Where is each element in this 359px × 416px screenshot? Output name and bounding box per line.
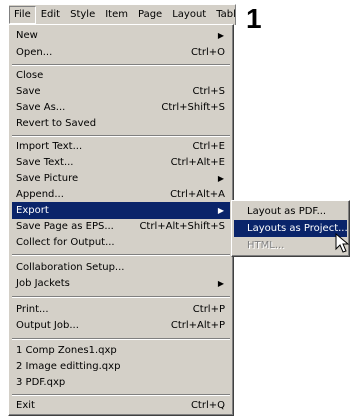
menu-item-label: Export — [16, 205, 49, 216]
shortcut-label: Ctrl+P — [192, 304, 225, 315]
menu-item-label: Collect for Output... — [16, 237, 115, 248]
menu-item-save[interactable]: Save Ctrl+S — [12, 83, 230, 100]
menu-item-label: Import Text... — [16, 141, 83, 152]
menu-item-label: Save — [16, 86, 41, 97]
menu-item-recent-file-2[interactable]: 2 Image editting.qxp — [12, 358, 230, 375]
shortcut-label: Ctrl+Shift+S — [161, 102, 225, 113]
menu-item-label: Exit — [16, 400, 35, 411]
export-submenu: Layout as PDF... Layouts as Project... H… — [231, 200, 350, 257]
shortcut-label: Ctrl+Q — [190, 400, 225, 411]
menu-item-save-as[interactable]: Save As... Ctrl+Shift+S — [12, 99, 230, 116]
menu-layout[interactable]: Layout — [167, 6, 211, 24]
menu-item-label: Job Jackets — [16, 278, 70, 289]
menu-item-collaboration-setup[interactable]: Collaboration Setup... — [12, 259, 230, 276]
menu-item-label: Append... — [16, 189, 64, 200]
menu-item-exit[interactable]: Exit Ctrl+Q — [12, 397, 230, 414]
menu-separator — [12, 254, 230, 256]
shortcut-label: Ctrl+Alt+A — [170, 189, 225, 200]
menu-item-new[interactable]: New ▶ — [12, 27, 230, 44]
menu-item-job-jackets[interactable]: Job Jackets ▶ — [12, 275, 230, 292]
menu-item-export[interactable]: Export ▶ — [12, 202, 230, 219]
shortcut-label: Ctrl+E — [192, 141, 226, 152]
menu-edit[interactable]: Edit — [36, 6, 65, 24]
menu-item-revert-to-saved[interactable]: Revert to Saved — [12, 115, 230, 132]
submenu-arrow-icon: ▶ — [217, 279, 224, 288]
shortcut-label: Ctrl+O — [190, 47, 225, 58]
menu-item-label: 2 Image editting.qxp — [16, 361, 121, 372]
menu-separator — [12, 135, 230, 137]
shortcut-label: Ctrl+S — [192, 86, 225, 97]
shortcut-label: Ctrl+Alt+Shift+S — [139, 221, 225, 232]
menu-item-collect-for-output[interactable]: Collect for Output... — [12, 234, 230, 251]
menu-item-save-text[interactable]: Save Text... Ctrl+Alt+E — [12, 154, 230, 171]
file-menu-dropdown: New ▶ Open... Ctrl+O Close Save Ctrl+S S… — [8, 24, 234, 416]
shortcut-label: Ctrl+Alt+P — [170, 320, 225, 331]
menu-item-open[interactable]: Open... Ctrl+O — [12, 44, 230, 61]
submenu-arrow-icon: ▶ — [217, 206, 224, 215]
menu-item-print[interactable]: Print... Ctrl+P — [12, 301, 230, 318]
menu-item-output-job[interactable]: Output Job... Ctrl+Alt+P — [12, 317, 230, 334]
menu-item-label: 3 PDF.qxp — [16, 377, 66, 388]
shortcut-label: Ctrl+Alt+E — [170, 157, 225, 168]
submenu-arrow-icon: ▶ — [217, 31, 224, 40]
menu-item-label: 1 Comp Zones1.qxp — [16, 345, 117, 356]
submenu-item-layout-as-pdf[interactable]: Layout as PDF... — [234, 203, 347, 220]
menu-item-label: Save As... — [16, 102, 66, 113]
menu-item-label: Collaboration Setup... — [16, 262, 125, 273]
submenu-arrow-icon: ▶ — [217, 174, 224, 183]
submenu-item-layouts-as-project[interactable]: Layouts as Project... — [234, 220, 348, 237]
menu-page[interactable]: Page — [133, 6, 167, 24]
submenu-item-html: HTML... — [247, 240, 285, 251]
menu-item-recent-file-1[interactable]: 1 Comp Zones1.qxp — [12, 342, 230, 359]
step-number: 1 — [246, 3, 262, 34]
menu-item-close[interactable]: Close — [12, 67, 230, 84]
menu-item-label: New — [16, 30, 38, 41]
menu-item-import-text[interactable]: Import Text... Ctrl+E — [12, 138, 230, 155]
menu-item-save-page-as-eps[interactable]: Save Page as EPS... Ctrl+Alt+Shift+S — [12, 218, 230, 235]
menu-item-label: Save Picture — [16, 173, 79, 184]
menu-item-append[interactable]: Append... Ctrl+Alt+A — [12, 186, 230, 203]
menu-item-save-picture[interactable]: Save Picture ▶ — [12, 170, 230, 187]
menu-item-label: Save Text... — [16, 157, 74, 168]
menu-item-recent-file-3[interactable]: 3 PDF.qxp — [12, 374, 230, 391]
menu-separator — [12, 296, 230, 298]
menu-item-label: Open... — [16, 47, 53, 58]
menu-table[interactable]: Tabl — [211, 6, 235, 24]
menu-item-label: Output Job... — [16, 320, 79, 331]
menu-separator — [12, 394, 230, 396]
menu-item-label: Close — [16, 70, 44, 81]
menu-item-label: Print... — [16, 304, 49, 315]
menu-file[interactable]: File — [9, 6, 36, 24]
menu-item-label: Save Page as EPS... — [16, 221, 114, 232]
menu-bar: File Edit Style Item Page Layout Tabl — [8, 4, 236, 25]
menu-item[interactable]: Item — [100, 6, 133, 24]
menu-separator — [12, 64, 230, 66]
menu-style[interactable]: Style — [65, 6, 100, 24]
menu-separator — [12, 338, 230, 340]
menu-item-label: Revert to Saved — [16, 118, 97, 129]
pointer-cursor-icon — [335, 233, 350, 253]
